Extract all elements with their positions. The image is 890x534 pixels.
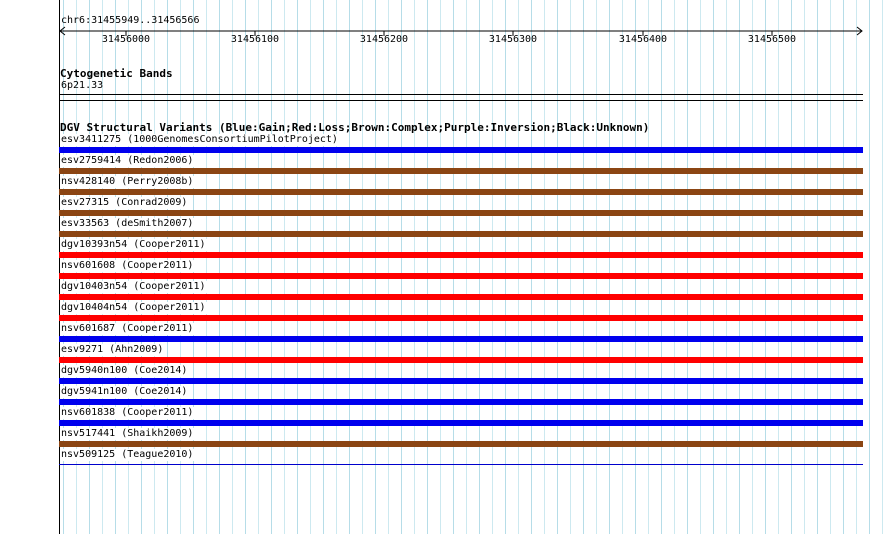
dgv-variants-track: esv3411275 (1000GenomesConsortiumPilotPr…	[0, 0, 890, 534]
variant-bar-complex[interactable]	[59, 231, 863, 237]
variant-bar-loss[interactable]	[59, 252, 863, 258]
track-bottom-line	[59, 464, 863, 465]
variant-label[interactable]: dgv10404n54 (Cooper2011)	[61, 302, 208, 314]
variant-bar-gain[interactable]	[59, 399, 863, 405]
variant-bar-loss[interactable]	[59, 294, 863, 300]
variant-bar-complex[interactable]	[59, 441, 863, 447]
variant-bar-loss[interactable]	[59, 315, 863, 321]
variant-label[interactable]: esv27315 (Conrad2009)	[61, 197, 190, 209]
variant-label[interactable]: dgv10403n54 (Cooper2011)	[61, 281, 208, 293]
variant-label[interactable]: esv33563 (deSmith2007)	[61, 218, 196, 230]
variant-label[interactable]: nsv601687 (Cooper2011)	[61, 323, 196, 335]
variant-bar-gain[interactable]	[59, 420, 863, 426]
variant-bar-complex[interactable]	[59, 168, 863, 174]
variant-bar-gain[interactable]	[59, 336, 863, 342]
variant-label[interactable]: nsv601608 (Cooper2011)	[61, 260, 196, 272]
variant-label[interactable]: dgv10393n54 (Cooper2011)	[61, 239, 208, 251]
variant-bar-complex[interactable]	[59, 210, 863, 216]
variant-bar-loss[interactable]	[59, 273, 863, 279]
variant-bar-gain[interactable]	[59, 147, 863, 153]
variant-label[interactable]: dgv5941n100 (Coe2014)	[61, 386, 190, 398]
variant-label[interactable]: nsv601838 (Cooper2011)	[61, 407, 196, 419]
variant-label[interactable]: nsv517441 (Shaikh2009)	[61, 428, 196, 440]
variant-bar-loss[interactable]	[59, 357, 863, 363]
variant-label[interactable]: esv9271 (Ahn2009)	[61, 344, 166, 356]
variant-label[interactable]: esv2759414 (Redon2006)	[61, 155, 196, 167]
variant-bar-gain[interactable]	[59, 378, 863, 384]
variant-bar-complex[interactable]	[59, 189, 863, 195]
variant-label[interactable]: nsv428140 (Perry2008b)	[61, 176, 196, 188]
variant-label[interactable]: dgv5940n100 (Coe2014)	[61, 365, 190, 377]
variant-label[interactable]: esv3411275 (1000GenomesConsortiumPilotPr…	[61, 134, 340, 146]
variant-label[interactable]: nsv509125 (Teague2010)	[61, 449, 196, 461]
